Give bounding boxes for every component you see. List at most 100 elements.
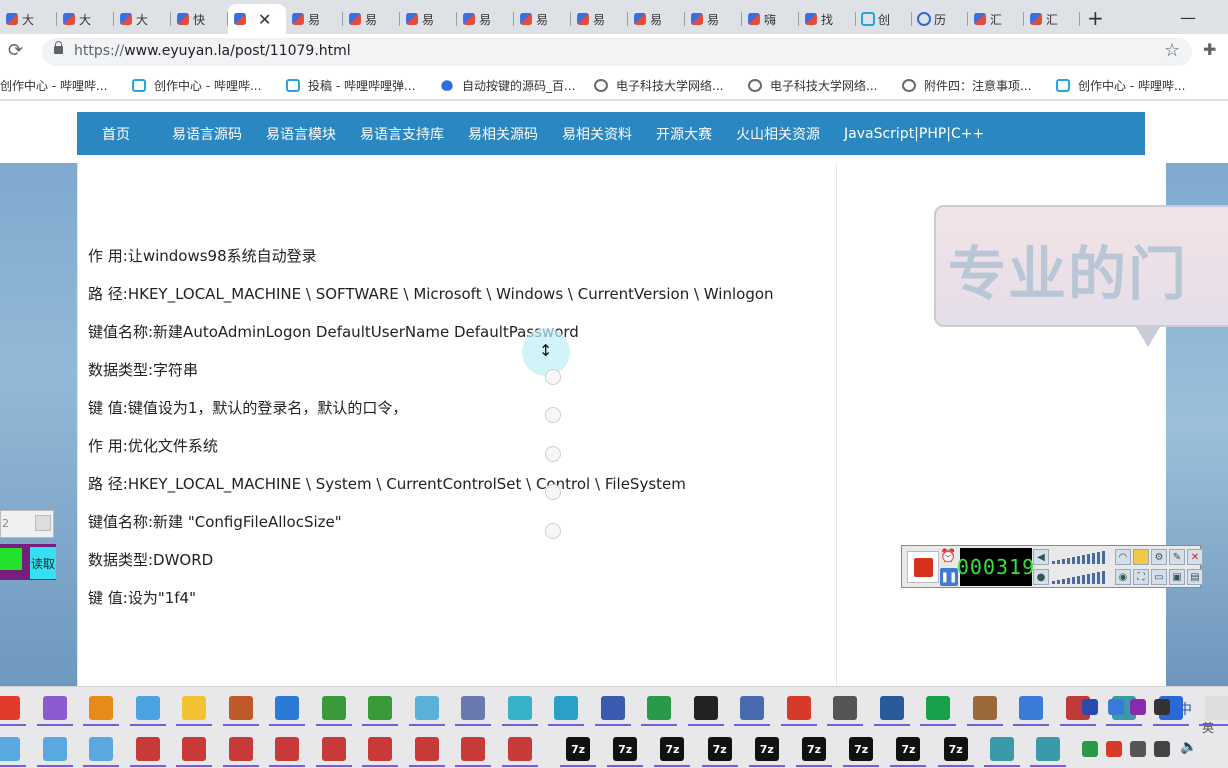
address-bar[interactable]: https://www.eyuyan.la/post/11079.html ☆ bbox=[42, 38, 1192, 66]
bookmark-item[interactable]: 创作中心 - 哔哩哔... bbox=[132, 77, 261, 94]
bmp-icon[interactable] bbox=[315, 696, 352, 726]
window-minimize-button[interactable]: — bbox=[1180, 8, 1196, 27]
extension-puzzle-icon[interactable]: ✚ bbox=[1203, 40, 1216, 59]
7zip-icon[interactable]: 7z bbox=[890, 737, 927, 767]
app-icon[interactable] bbox=[129, 737, 166, 767]
browser-tab[interactable]: 易 bbox=[457, 4, 514, 34]
tray-app-icon[interactable] bbox=[1082, 741, 1098, 757]
wifi-icon[interactable]: ◠ bbox=[1115, 549, 1131, 565]
pause-button[interactable]: ❚❚ bbox=[940, 568, 958, 586]
settings-icon[interactable] bbox=[36, 696, 73, 726]
archive-icon[interactable] bbox=[966, 696, 1003, 726]
browser-tab[interactable]: 大 bbox=[114, 4, 171, 34]
7zip-icon[interactable]: 7z bbox=[560, 737, 596, 767]
app-icon[interactable] bbox=[362, 737, 398, 767]
bookmark-item[interactable]: 创作中心 - 哔哩哔... bbox=[1056, 77, 1185, 94]
webcam-icon[interactable]: ◉ bbox=[1115, 569, 1131, 585]
7zip-icon[interactable]: 7z bbox=[937, 737, 974, 767]
r-icon[interactable] bbox=[734, 696, 770, 726]
read-button[interactable]: 读取 bbox=[30, 547, 56, 579]
image-editor-icon[interactable] bbox=[222, 696, 259, 726]
app-icon[interactable] bbox=[455, 737, 491, 767]
app-icon[interactable] bbox=[176, 737, 212, 767]
browser-tab[interactable]: 易 bbox=[286, 4, 343, 34]
volume-icon[interactable]: 🔈 bbox=[1180, 739, 1197, 755]
nav-item[interactable]: 易相关源码 bbox=[456, 124, 550, 144]
bookmark-item[interactable]: 电子科技大学网络... bbox=[748, 77, 877, 94]
search-icon[interactable] bbox=[83, 696, 119, 726]
clapper-icon[interactable] bbox=[687, 696, 724, 726]
network-icon[interactable] bbox=[1154, 741, 1170, 757]
nav-item[interactable]: 易语言支持库 bbox=[348, 124, 456, 144]
reload-icon[interactable]: ⟳ bbox=[8, 40, 23, 61]
browser-tab[interactable]: 易 bbox=[400, 4, 457, 34]
browser-tab[interactable]: 快 bbox=[171, 4, 228, 34]
language-indicator[interactable]: 英 bbox=[1202, 719, 1214, 736]
browser-tab[interactable]: 创 bbox=[856, 4, 912, 34]
app-icon[interactable] bbox=[315, 737, 352, 767]
app-icon[interactable] bbox=[408, 737, 445, 767]
bookmark-item[interactable]: 创作中心 - 哔哩哔... bbox=[0, 77, 107, 94]
browser-tab[interactable]: 易 bbox=[685, 4, 742, 34]
7zip-icon[interactable]: 7z bbox=[607, 737, 644, 767]
url-text[interactable]: https://www.eyuyan.la/post/11079.html bbox=[74, 43, 351, 59]
triangle-icon[interactable] bbox=[827, 696, 863, 726]
microphone-icon[interactable]: ● bbox=[1033, 569, 1049, 585]
bookmark-item[interactable]: 投稿 - 哔哩哔哩弹... bbox=[286, 77, 415, 94]
browser-tab[interactable]: 汇 bbox=[1024, 4, 1080, 34]
tool-icon[interactable] bbox=[1154, 699, 1170, 715]
bookmark-item[interactable]: 附件四：注意事项... bbox=[902, 77, 1031, 94]
nav-item[interactable]: JavaScript|PHP|C++ bbox=[832, 126, 996, 142]
sidebar-banner-ad[interactable]: 专业的门 bbox=[934, 205, 1228, 327]
gear-icon[interactable]: ⚙ bbox=[1151, 549, 1167, 565]
record-stop-button[interactable] bbox=[907, 551, 939, 583]
window-icon[interactable] bbox=[1013, 696, 1049, 726]
cursor-tool-icon[interactable] bbox=[1130, 741, 1146, 757]
diamond-icon[interactable] bbox=[920, 696, 956, 726]
pen-icon[interactable]: ✎ bbox=[1169, 549, 1185, 565]
browser-tab[interactable]: 大 bbox=[57, 4, 114, 34]
lock-icon[interactable] bbox=[54, 41, 63, 54]
app-icon[interactable] bbox=[269, 737, 305, 767]
speaker-icon[interactable]: ◀ bbox=[1033, 549, 1049, 565]
tray-app-icon[interactable] bbox=[1106, 741, 1122, 757]
nav-item[interactable]: 易语言模块 bbox=[254, 124, 348, 144]
app-icon[interactable] bbox=[222, 737, 259, 767]
speaker-level-meter[interactable] bbox=[1052, 550, 1108, 564]
nav-item[interactable]: 火山相关资源 bbox=[724, 124, 832, 144]
laptop-icon[interactable] bbox=[129, 696, 166, 726]
browser-tab[interactable]: 找 bbox=[799, 4, 856, 34]
folder-icon[interactable] bbox=[176, 696, 212, 726]
record-icon[interactable] bbox=[780, 696, 817, 726]
app-icon[interactable] bbox=[0, 737, 26, 767]
calendar-icon[interactable] bbox=[1082, 699, 1098, 715]
nav-item[interactable]: 首页 bbox=[77, 124, 160, 144]
7zip-icon[interactable]: 7z bbox=[796, 737, 832, 767]
nav-item[interactable]: 易相关资料 bbox=[550, 124, 644, 144]
monitor-icon[interactable]: ▣ bbox=[1169, 569, 1185, 585]
browser-tab[interactable]: 易 bbox=[628, 4, 685, 34]
microphone-level-meter[interactable] bbox=[1052, 570, 1108, 584]
alarm-clock-icon[interactable]: ⏰ bbox=[940, 549, 958, 566]
new-tab-button[interactable]: + bbox=[1087, 6, 1104, 30]
close-icon[interactable]: ✕ bbox=[1187, 549, 1203, 565]
browser-tab[interactable]: ✕ bbox=[228, 4, 286, 34]
translate-icon[interactable] bbox=[455, 696, 491, 726]
7zip-icon[interactable]: 7z bbox=[748, 737, 785, 767]
7zip-icon[interactable]: 7z bbox=[654, 737, 691, 767]
left-widget-green-button[interactable] bbox=[0, 548, 22, 570]
browser-tab[interactable]: 嗨 bbox=[742, 4, 799, 34]
browser-tab[interactable]: 易 bbox=[343, 4, 400, 34]
bookmark-item[interactable]: 自动按键的源码_百... bbox=[440, 77, 575, 94]
nav-item[interactable]: 易语言源码 bbox=[160, 124, 254, 144]
tab-close-icon[interactable]: ✕ bbox=[258, 10, 271, 29]
download-icon[interactable] bbox=[269, 696, 305, 726]
bmp-icon[interactable] bbox=[362, 696, 398, 726]
app-icon[interactable] bbox=[83, 737, 119, 767]
bookmark-star-icon[interactable]: ☆ bbox=[1164, 40, 1180, 61]
database-icon[interactable] bbox=[548, 696, 584, 726]
browser-tab[interactable]: 汇 bbox=[968, 4, 1024, 34]
screenshot-icon[interactable]: ▤ bbox=[1187, 569, 1203, 585]
window-icon[interactable]: ▭ bbox=[1151, 569, 1167, 585]
left-widget-input[interactable]: 2 bbox=[0, 510, 54, 538]
